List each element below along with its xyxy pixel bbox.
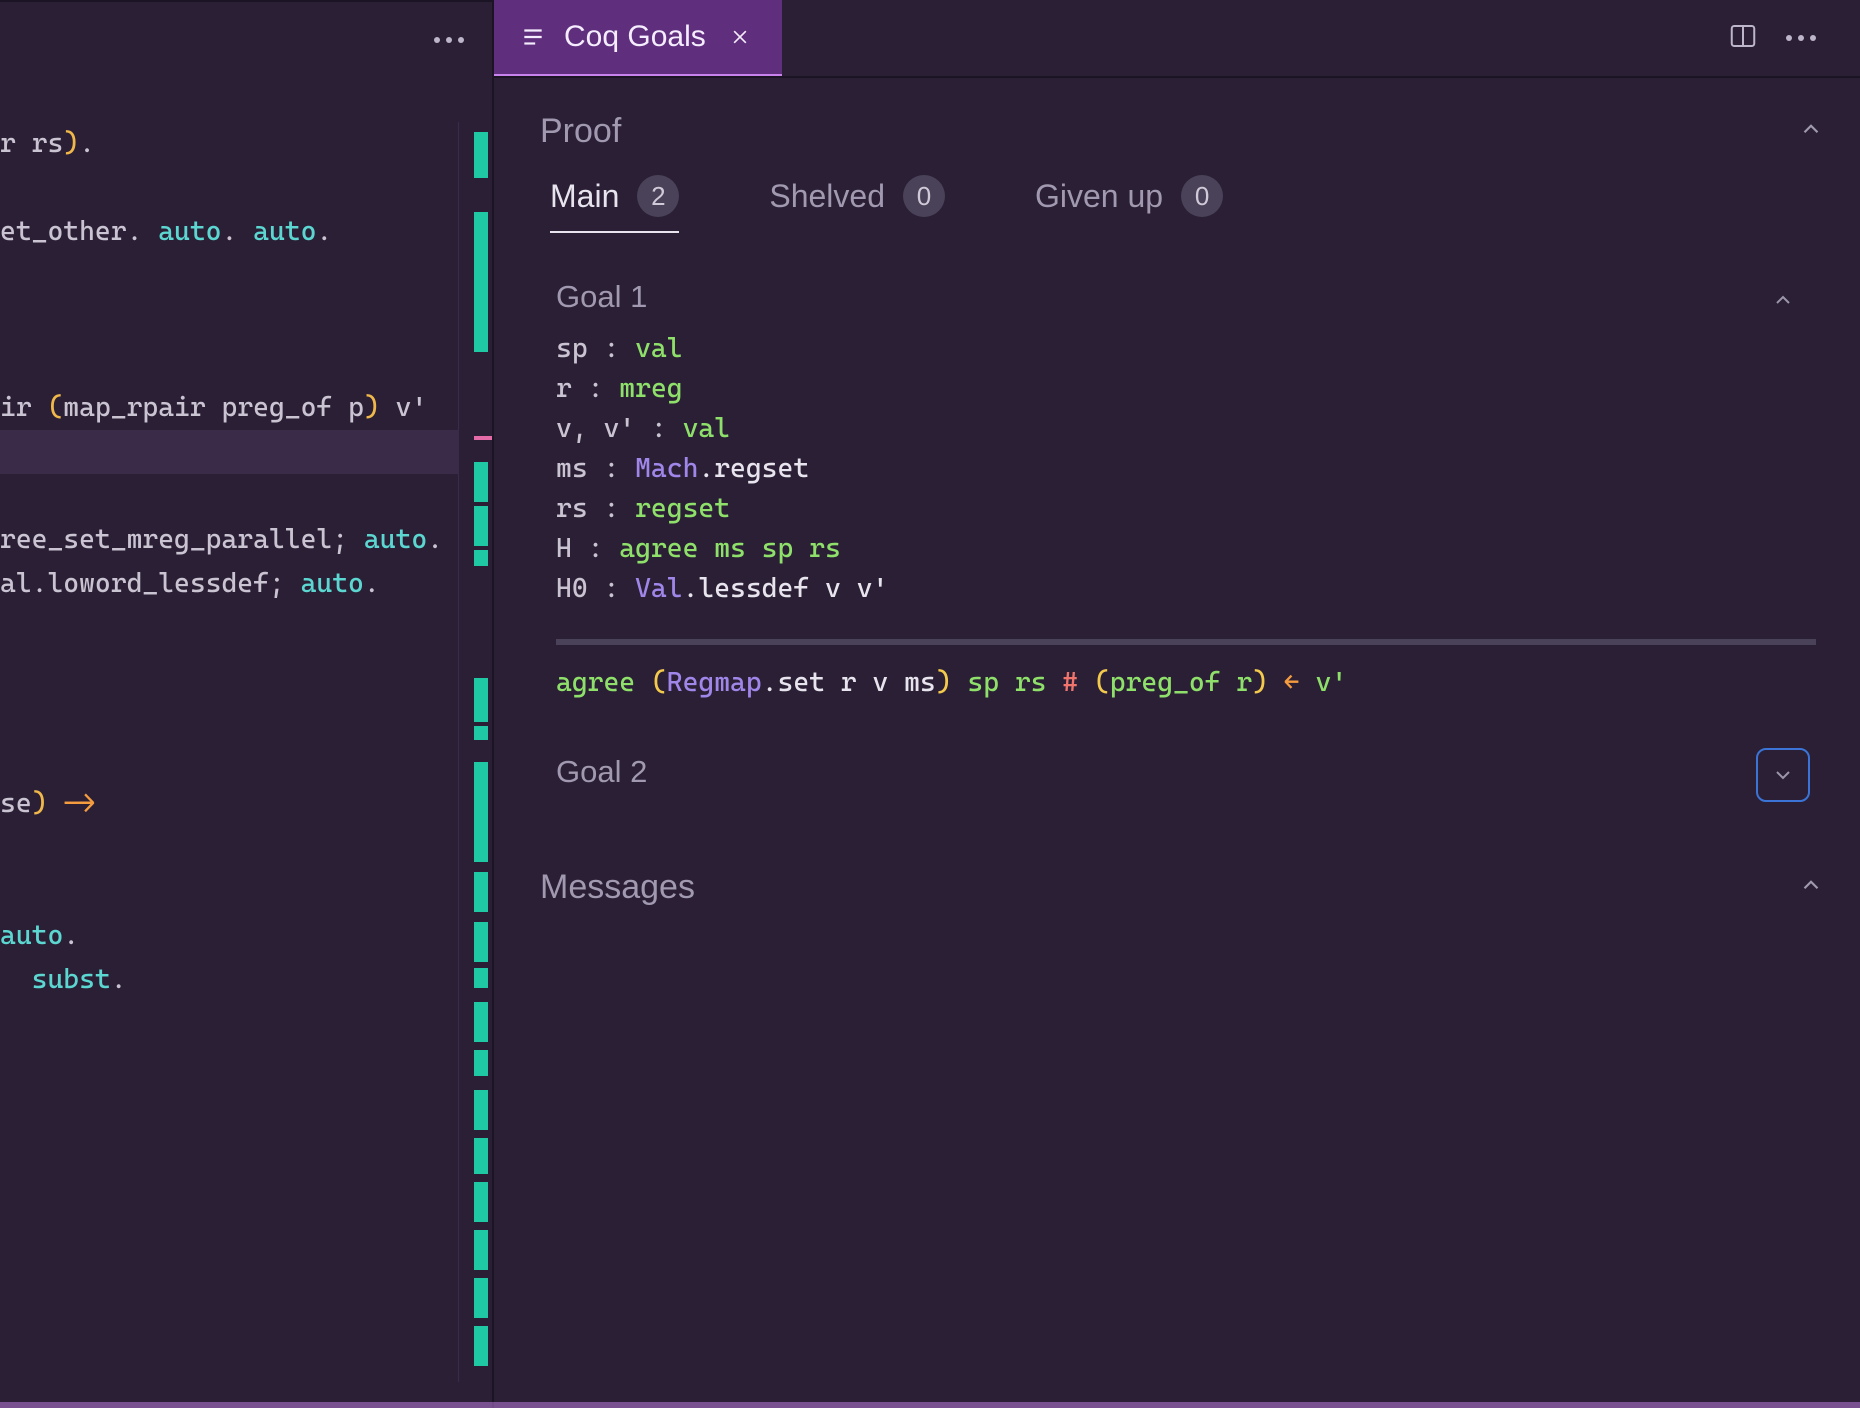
code-line: subst.	[0, 958, 458, 1002]
tab-coq-goals[interactable]: Coq Goals	[494, 0, 782, 76]
editor-overflow-icon[interactable]	[434, 37, 464, 43]
code-line	[0, 430, 458, 474]
panel-tabbar: Coq Goals	[494, 0, 1860, 78]
status-bar	[0, 1402, 1860, 1408]
code-line	[0, 254, 458, 298]
goal-separator	[556, 639, 1816, 645]
chevron-up-icon[interactable]	[1798, 112, 1824, 151]
goal-class-count: 0	[903, 175, 945, 217]
section-messages-title: Messages	[540, 868, 695, 907]
editor-pane: r rs). et_other. auto. auto. ir (map_rpair…	[0, 0, 492, 1408]
code-line	[0, 826, 458, 870]
code-line	[0, 474, 458, 518]
code-line: se) ->	[0, 782, 458, 826]
section-proof-header[interactable]: Proof	[540, 102, 1824, 169]
goal-class-tabs: Main 2 Shelved 0 Given up 0	[540, 175, 1824, 233]
goal-class-tab[interactable]: Shelved 0	[769, 175, 945, 233]
close-icon[interactable]	[724, 21, 756, 53]
code-line: ree_set_mreg_parallel; auto.	[0, 518, 458, 562]
goal-class-label: Shelved	[769, 178, 885, 215]
code-line: auto.	[0, 914, 458, 958]
code-line	[0, 694, 458, 738]
code-line: et_other. auto. auto.	[0, 210, 458, 254]
goal-title: Goal 1	[556, 271, 647, 329]
panel-overflow-icon[interactable]	[1786, 35, 1816, 41]
code-line	[0, 166, 458, 210]
code-line	[0, 342, 458, 386]
code-line: al.loword_lessdef; auto.	[0, 562, 458, 606]
goal-block: Goal 2	[540, 736, 1824, 822]
chevron-down-icon[interactable]	[1758, 750, 1808, 800]
goals-panel: Coq Goals Proof	[492, 0, 1860, 1408]
section-proof-title: Proof	[540, 112, 621, 151]
goal-class-tab[interactable]: Given up 0	[1035, 175, 1223, 233]
goal-block: Goal 1sp : valr : mregv, v' : valms : Ma…	[540, 261, 1824, 736]
code-line	[0, 606, 458, 650]
goal-class-count: 0	[1181, 175, 1223, 217]
code-line	[0, 298, 458, 342]
code-line: ir (map_rpair preg_of p) v'	[0, 386, 458, 430]
chevron-up-icon[interactable]	[1798, 868, 1824, 907]
editor-tabbar	[0, 2, 492, 78]
hypotheses: sp : valr : mregv, v' : valms : Mach.reg…	[556, 329, 1816, 623]
goal-class-count: 2	[637, 175, 679, 217]
code-line: r rs).	[0, 122, 458, 166]
goal-class-label: Given up	[1035, 178, 1163, 215]
code-line	[0, 738, 458, 782]
goal-title: Goal 2	[556, 746, 647, 804]
goal-class-tab[interactable]: Main 2	[550, 175, 679, 233]
code-line	[0, 650, 458, 694]
list-icon	[520, 24, 546, 50]
section-messages-header[interactable]: Messages	[540, 858, 1824, 925]
tab-title: Coq Goals	[564, 20, 706, 54]
editor-body[interactable]: r rs). et_other. auto. auto. ir (map_rpair…	[0, 122, 458, 1408]
chevron-up-icon[interactable]	[1758, 275, 1808, 325]
split-editor-icon[interactable]	[1728, 21, 1758, 56]
code-line	[0, 870, 458, 914]
goal-conclusion: agree (Regmap.set r v ms) sp rs # (preg_…	[556, 667, 1816, 718]
editor-gutter	[458, 122, 492, 1382]
goal-class-label: Main	[550, 178, 619, 215]
